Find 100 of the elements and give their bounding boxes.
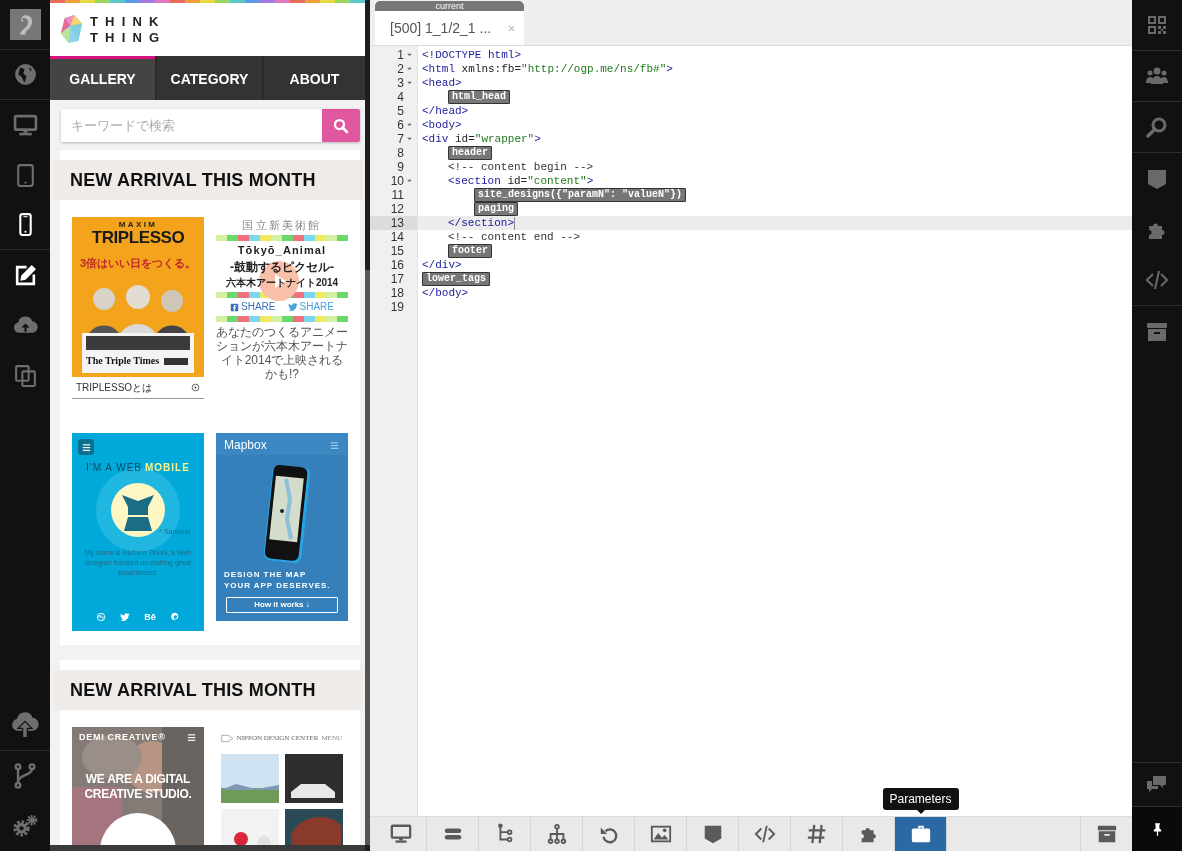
menu-icon bbox=[80, 441, 92, 453]
monitor-icon bbox=[389, 823, 412, 845]
tab-caption: current bbox=[375, 1, 524, 11]
menu-icon bbox=[186, 732, 197, 743]
section-heading: NEW ARRIVAL THIS MONTH bbox=[70, 168, 316, 192]
scrollbar[interactable] bbox=[365, 0, 370, 851]
line-number: 16 bbox=[390, 258, 404, 272]
line-number: 3 bbox=[397, 76, 404, 90]
code-line: <head> bbox=[421, 76, 463, 90]
code-line: </head> bbox=[421, 104, 470, 118]
poster-text: MAXIM bbox=[118, 220, 158, 229]
archive-icon bbox=[1095, 823, 1118, 845]
link-text: TRIPLESSOとは bbox=[76, 381, 153, 395]
scrollbar[interactable] bbox=[50, 845, 365, 851]
code-line: <html xmlns:fb="http://ogp.me/ns/fb#"> bbox=[421, 62, 674, 76]
thumbnail-title: Mapbox bbox=[224, 438, 267, 452]
code-line: <!-- content end --> bbox=[447, 230, 582, 244]
search-button[interactable] bbox=[322, 109, 360, 142]
line-number: 15 bbox=[390, 244, 404, 258]
tab-title: [500] 1_1/2_1 ... bbox=[390, 18, 492, 38]
line-number: 9 bbox=[397, 160, 404, 174]
search-field[interactable]: キーワードで検索 bbox=[61, 109, 322, 142]
bird-icon bbox=[120, 612, 131, 622]
menu-icon bbox=[329, 439, 340, 451]
logo-text: THINK bbox=[90, 13, 167, 30]
line-number: 14 bbox=[390, 230, 404, 244]
thumbnail-text: 六本木アートナイト2014 bbox=[225, 277, 339, 289]
code-icon bbox=[753, 823, 776, 845]
code-line: <!DOCTYPE html> bbox=[421, 48, 523, 62]
template-tag[interactable]: site_designs({"paramN": "valueN"}) bbox=[474, 188, 687, 202]
search-icon bbox=[1145, 115, 1169, 139]
qr-code-icon bbox=[1145, 13, 1169, 37]
logo-text: THING bbox=[90, 29, 167, 46]
circle-arrow-icon bbox=[191, 383, 200, 392]
nd-logo-icon bbox=[221, 733, 234, 743]
hash-icon bbox=[805, 823, 828, 845]
line-number: 10 bbox=[390, 174, 404, 188]
code-line: </body> bbox=[421, 286, 470, 300]
template-tag[interactable]: lower_tags bbox=[422, 272, 490, 286]
thumbnail-title: -鼓動するピクセル- bbox=[230, 260, 334, 274]
line-number: 19 bbox=[390, 300, 404, 314]
thumbnail-button[interactable]: How it works ↓ bbox=[226, 597, 338, 613]
search-icon bbox=[332, 116, 350, 135]
pin-letter-icon bbox=[169, 612, 180, 622]
line-number: 7 bbox=[397, 132, 404, 146]
thumbnail-title: DEMI CREATIVE® bbox=[79, 732, 166, 743]
monitor-icon bbox=[12, 112, 38, 138]
sitemap-icon bbox=[545, 823, 568, 845]
globe-icon bbox=[12, 62, 38, 87]
thumbnail-title: YOUR APP DESERVES. bbox=[223, 580, 332, 591]
code-line: </div> bbox=[421, 258, 463, 272]
thumbnail-title: Tōkyō_Animal bbox=[237, 244, 327, 257]
line-number: 13 bbox=[390, 216, 404, 230]
thumbnail-text: あなたのつくるアニメーションが六本木アートナイト2014で上映されるかも!? bbox=[216, 325, 348, 381]
thumbnail-title: MOBILE bbox=[145, 462, 190, 474]
code-line: <section id="content"> bbox=[447, 174, 595, 188]
poster-text: The Triple Times bbox=[86, 355, 160, 367]
template-tag[interactable]: paging bbox=[474, 202, 518, 216]
facebook-icon bbox=[230, 302, 240, 312]
pin-button[interactable] bbox=[1132, 806, 1182, 851]
line-number: 5 bbox=[397, 104, 404, 118]
line-number: 17 bbox=[390, 272, 404, 286]
thumbnail-title: I'M A WEB bbox=[86, 462, 142, 474]
line-number: 6 bbox=[397, 118, 404, 132]
image-icon bbox=[649, 823, 672, 845]
line-number: 11 bbox=[391, 188, 404, 202]
poster-title: TRIPLESSO bbox=[91, 229, 185, 247]
line-number: 8 bbox=[397, 146, 404, 160]
menu-button[interactable] bbox=[78, 439, 94, 455]
line-number: 12 bbox=[390, 202, 404, 216]
template-tag[interactable]: header bbox=[448, 146, 492, 160]
thumbnail-title: DESIGN THE MAP bbox=[223, 569, 308, 580]
gem-logo-icon bbox=[59, 14, 84, 45]
code-icon bbox=[1145, 268, 1169, 292]
text-cursor bbox=[514, 216, 515, 230]
briefcase-icon bbox=[909, 823, 932, 845]
nav-tab[interactable]: CATEGORY bbox=[157, 56, 262, 100]
nav-tab[interactable]: ABOUT bbox=[264, 56, 365, 100]
line-number: 2 bbox=[397, 62, 404, 76]
cloud-upload-icon bbox=[11, 711, 39, 740]
line-number: 4 bbox=[397, 90, 404, 104]
copy-icon bbox=[12, 362, 38, 388]
bird-icon bbox=[287, 302, 298, 312]
code-line: <!-- content begin --> bbox=[447, 160, 595, 174]
poster-text: 3倍はいい日をつくる。 bbox=[79, 257, 197, 270]
thumbnail-text: 国立新美術館 bbox=[242, 219, 322, 232]
thumbnail-title: WE ARE A DIGITAL bbox=[84, 772, 192, 787]
nav-tab[interactable]: GALLERY bbox=[50, 56, 155, 100]
ball-icon bbox=[96, 612, 107, 622]
code-line: <body> bbox=[421, 118, 463, 132]
line-number: 18 bbox=[390, 286, 404, 300]
editor-tab[interactable]: current [500] 1_1/2_1 ... bbox=[375, 1, 524, 45]
app-logo-icon[interactable] bbox=[9, 9, 41, 40]
line-number: 1 bbox=[397, 48, 404, 62]
section-heading: NEW ARRIVAL THIS MONTH bbox=[70, 678, 316, 702]
thumbnail-title: CREATIVE STUDIO. bbox=[83, 787, 193, 802]
template-tag[interactable]: footer bbox=[448, 244, 492, 258]
template-tag[interactable]: html_head bbox=[448, 90, 510, 104]
code-line: <div id="wrapper"> bbox=[421, 132, 542, 146]
fold-caret-icon bbox=[405, 177, 413, 184]
